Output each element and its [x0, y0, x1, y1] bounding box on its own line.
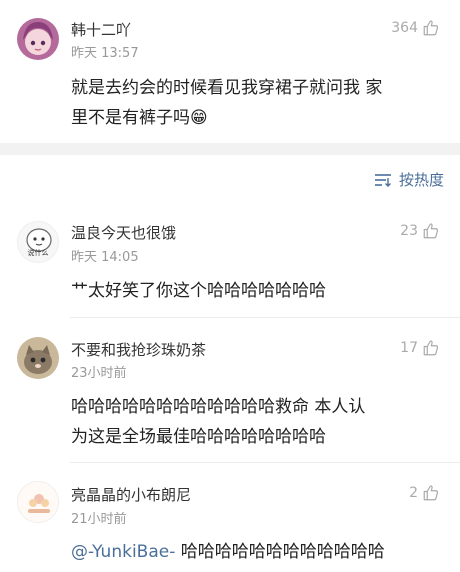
post-text-fragment: 里不是有裤子吗 — [71, 108, 190, 128]
grin-emoji-icon: 😁 — [190, 108, 208, 128]
comment-like-button[interactable]: 17 — [400, 339, 440, 357]
avatar[interactable]: 说什么 — [17, 221, 59, 263]
comment-like-button[interactable]: 2 — [409, 484, 440, 502]
post-text: 就是去约会的时候看见我穿裙子就问我 家 里不是有裤子吗😁 — [71, 73, 451, 133]
thumbs-up-icon — [423, 223, 439, 239]
comment-timestamp: 21小时前 — [71, 512, 127, 527]
post-like-button[interactable]: 364 — [391, 19, 440, 37]
thumbs-up-icon — [423, 485, 439, 501]
avatar[interactable] — [17, 481, 59, 523]
comment-text-line: 为这是全场最佳哈哈哈哈哈哈哈哈 — [71, 427, 326, 447]
avatar[interactable] — [17, 18, 59, 60]
comment-divider — [70, 462, 460, 463]
post-username[interactable]: 韩十二吖 — [71, 19, 131, 40]
comment-timestamp: 23小时前 — [71, 366, 127, 381]
comment-text: @-YunkiBae- 哈哈哈哈哈哈哈哈哈哈哈哈 — [71, 537, 456, 567]
post-text-line: 里不是有裤子吗😁 — [71, 103, 451, 133]
sort-icon — [374, 173, 391, 187]
comment-text-line: 哈哈哈哈哈哈哈哈哈哈哈哈救命 本人认 — [71, 397, 366, 417]
comment-username[interactable]: 不要和我抢珍珠奶茶 — [71, 339, 206, 360]
user-mention-link[interactable]: @-YunkiBae- — [71, 542, 175, 562]
sort-label: 按热度 — [398, 171, 444, 189]
avatar-caption: 说什么 — [27, 249, 49, 257]
comment-like-button[interactable]: 23 — [400, 222, 440, 240]
cat-avatar-icon — [17, 337, 59, 379]
like-count: 364 — [391, 20, 418, 36]
section-separator — [0, 143, 460, 155]
comment-timestamp: 昨天 14:05 — [71, 250, 139, 265]
avatar[interactable] — [17, 337, 59, 379]
like-count: 2 — [409, 485, 418, 501]
like-count: 23 — [400, 223, 418, 239]
sort-by-hot-button[interactable]: 按热度 — [373, 169, 444, 190]
comment-username[interactable]: 温良今天也很饿 — [71, 222, 176, 243]
post-text-line: 就是去约会的时候看见我穿裙子就问我 家 — [71, 78, 383, 98]
like-count: 17 — [400, 340, 418, 356]
post-timestamp: 昨天 13:57 — [71, 46, 139, 61]
comment-text: 艹太好笑了你这个哈哈哈哈哈哈哈 — [71, 281, 326, 301]
flower-sticker-avatar-icon — [18, 482, 58, 522]
main-post: 韩十二吖 昨天 13:57 364 就是去约会的时候看见我穿裙子就问我 家 里不… — [0, 0, 460, 143]
comment-text: 哈哈哈哈哈哈哈哈哈哈哈哈救命 本人认 为这是全场最佳哈哈哈哈哈哈哈哈 — [71, 392, 451, 452]
thumbs-up-icon — [423, 340, 439, 356]
comment-text-fragment: 哈哈哈哈哈哈哈哈哈哈哈哈 — [175, 542, 385, 562]
comment-divider — [70, 317, 460, 318]
anime-girl-avatar-icon — [17, 18, 59, 60]
thumbs-up-icon — [423, 20, 439, 36]
comment-username[interactable]: 亮晶晶的小布朗尼 — [71, 484, 191, 505]
